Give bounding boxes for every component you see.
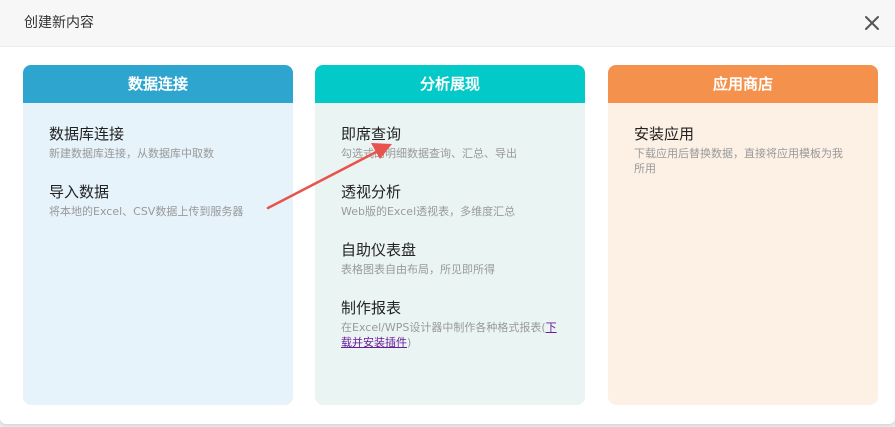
item-desc: 表格图表自由布局，所见即所得	[341, 263, 495, 276]
close-button[interactable]	[861, 12, 883, 34]
app-store-card: 应用商店 安装应用 下载应用后替换数据，直接将应用模板为我所用	[608, 65, 878, 405]
item-desc: 将本地的Excel、CSV数据上传到服务器	[49, 205, 244, 218]
item-name: 导入数据	[49, 183, 110, 201]
card-title-app-store: 应用商店	[608, 65, 878, 103]
item-desc: 在Excel/WPS设计器中制作各种格式报表(下载并安装插件)	[341, 320, 561, 350]
item-name: 数据库连接	[49, 125, 125, 143]
item-desc: Web版的Excel透视表，多维度汇总	[341, 205, 516, 218]
analysis-card: 分析展现 即席查询 勾选式的明细数据查询、汇总、导出 透视分析 Web版的Exc…	[315, 65, 585, 405]
ad-hoc-query-item[interactable]: 即席查询 勾选式的明细数据查询、汇总、导出	[341, 124, 561, 161]
self-service-dashboard-item[interactable]: 自助仪表盘 表格图表自由布局，所见即所得	[341, 240, 561, 277]
data-connection-card: 数据连接 数据库连接 新建数据库连接，从数据库中取数 导入数据 将本地的Exce…	[23, 65, 293, 405]
item-name: 透视分析	[341, 183, 402, 201]
item-name: 安装应用	[634, 125, 695, 143]
item-desc: 新建数据库连接，从数据库中取数	[49, 147, 214, 160]
create-content-dialog: 创建新内容 数据连接 数据库连接 新建数据库连接，从数据库中取数 导入数据 将本…	[0, 0, 895, 424]
install-app-item[interactable]: 安装应用 下载应用后替换数据，直接将应用模板为我所用	[634, 124, 850, 176]
card-title-data-connection: 数据连接	[23, 65, 293, 103]
database-connection-item[interactable]: 数据库连接 新建数据库连接，从数据库中取数	[49, 124, 269, 161]
import-data-item[interactable]: 导入数据 将本地的Excel、CSV数据上传到服务器	[49, 182, 269, 219]
item-name: 制作报表	[341, 299, 402, 317]
item-name: 自助仪表盘	[341, 241, 417, 259]
item-desc: 下载应用后替换数据，直接将应用模板为我所用	[634, 147, 843, 175]
card-title-analysis: 分析展现	[315, 65, 585, 103]
close-icon	[865, 16, 879, 30]
dialog-header: 创建新内容	[0, 0, 895, 47]
pivot-analysis-item[interactable]: 透视分析 Web版的Excel透视表，多维度汇总	[341, 182, 561, 219]
item-desc: 勾选式的明细数据查询、汇总、导出	[341, 147, 517, 160]
make-report-item[interactable]: 制作报表 在Excel/WPS设计器中制作各种格式报表(下载并安装插件)	[341, 298, 561, 350]
item-desc-end: )	[407, 336, 412, 349]
item-name: 即席查询	[341, 125, 402, 143]
item-desc-text: 在Excel/WPS设计器中制作各种格式报表(	[341, 321, 546, 334]
dialog-title: 创建新内容	[24, 15, 94, 31]
